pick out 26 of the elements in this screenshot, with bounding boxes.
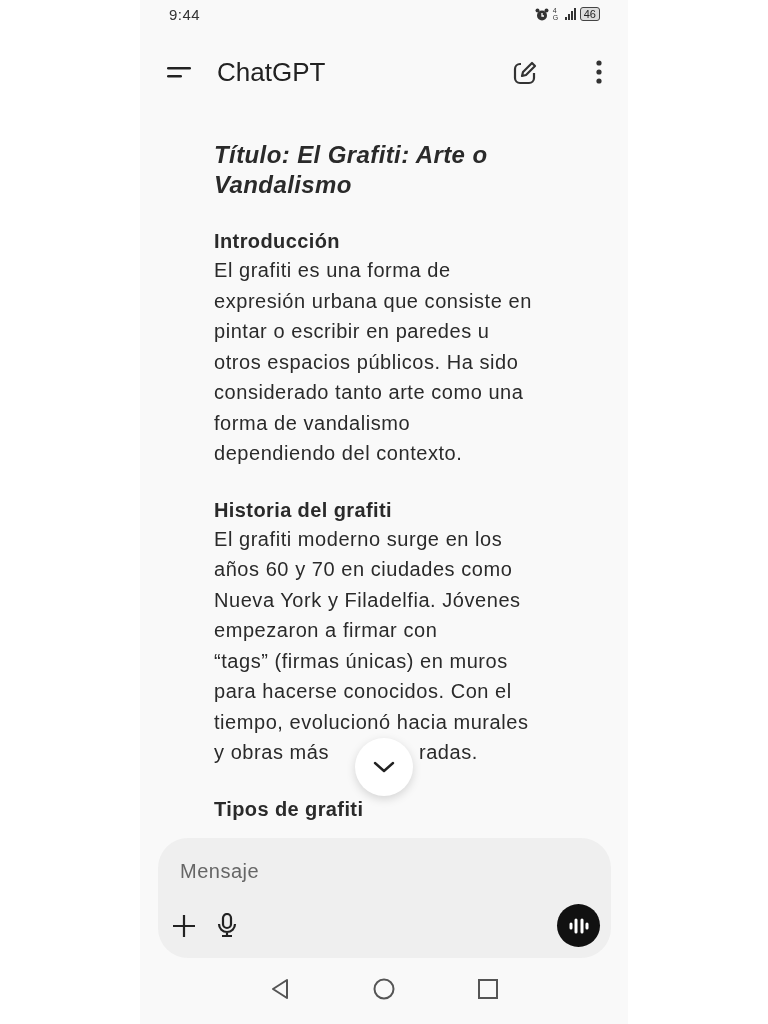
section-heading: Tipos de grafiti: [214, 796, 365, 822]
app-title: ChatGPT: [217, 56, 326, 88]
message-title: Título: El Grafiti: Arte o Vandalismo: [214, 140, 489, 200]
voice-mode-button[interactable]: [557, 904, 600, 947]
text-fragment: radas.: [419, 740, 478, 765]
home-icon[interactable]: [373, 978, 395, 1000]
waveform-icon: [567, 917, 590, 934]
microphone-icon[interactable]: [216, 913, 238, 938]
signal-icon: [564, 8, 576, 20]
paragraph: El grafiti es una forma de expresión urbana que consiste en pintar o escribir en paredes u otros espacios públicos. Ha sido considerado tanto arte como una forma de vandalismo dependiendo del contexto.: [214, 258, 533, 466]
section-heading: Introducción: [214, 229, 341, 254]
menu-icon[interactable]: [167, 64, 191, 80]
add-icon[interactable]: [172, 913, 196, 938]
section-heading: Historia del grafiti: [214, 497, 394, 523]
alarm-icon: [534, 7, 549, 21]
message-composer[interactable]: Mensaje: [158, 838, 611, 958]
status-time: 9:44: [169, 5, 201, 23]
more-options-icon[interactable]: [596, 60, 602, 84]
paragraph-line: y obras más: [214, 740, 329, 765]
chevron-down-icon: [373, 761, 395, 773]
message-input[interactable]: Mensaje: [158, 838, 600, 883]
battery-indicator: 46: [579, 7, 600, 21]
new-chat-icon[interactable]: [513, 59, 539, 85]
recents-icon[interactable]: [478, 979, 498, 999]
back-icon[interactable]: [270, 978, 290, 1000]
scroll-down-button[interactable]: [355, 738, 413, 796]
